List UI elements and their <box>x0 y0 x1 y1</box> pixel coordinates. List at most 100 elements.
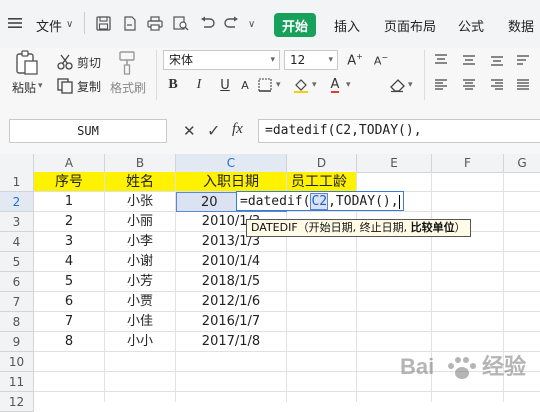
cell-editor[interactable]: =datedif(C2,TODAY(), <box>236 191 404 211</box>
name-box[interactable]: SUM <box>9 119 167 143</box>
table-cell[interactable]: 7 <box>34 312 105 332</box>
chevron-down-icon[interactable]: ▾ <box>312 80 317 90</box>
table-cell[interactable]: 小小 <box>105 332 176 352</box>
table-cell[interactable]: 小佳 <box>105 312 176 332</box>
column-header-b[interactable]: B <box>105 154 176 172</box>
column-header-e[interactable]: E <box>357 154 432 172</box>
redo-icon[interactable] <box>222 14 240 32</box>
table-cell[interactable]: 小谢 <box>105 252 176 272</box>
table-cell[interactable]: 8 <box>34 332 105 352</box>
tab-data[interactable]: 数据 <box>508 16 534 35</box>
table-cell[interactable]: 2018/1/5 <box>176 272 287 292</box>
table-cell[interactable]: 2 <box>34 212 105 232</box>
column-header-c[interactable]: C <box>176 154 287 172</box>
chevron-down-icon[interactable]: ∨ <box>66 19 73 30</box>
undo-icon[interactable] <box>198 14 216 32</box>
format-painter-icon[interactable] <box>116 50 138 79</box>
copy-button[interactable]: 复制 <box>77 78 101 95</box>
bold-icon[interactable]: B <box>164 76 182 94</box>
row-header[interactable]: 8 <box>0 312 34 332</box>
row-header[interactable]: 7 <box>0 292 34 312</box>
tab-page-layout[interactable]: 页面布局 <box>384 16 436 35</box>
insert-function-icon[interactable]: fx <box>232 121 243 138</box>
confirm-formula-icon[interactable]: ✓ <box>207 121 220 140</box>
table-cell[interactable]: 小张 <box>105 192 176 212</box>
formula-input[interactable]: =datedif(C2,TODAY(), <box>258 119 540 143</box>
header-cell-hire-date[interactable]: 入职日期 <box>176 172 287 192</box>
row-header[interactable]: 9 <box>0 332 34 352</box>
tab-formulas[interactable]: 公式 <box>458 16 484 35</box>
row-header[interactable]: 3 <box>0 212 34 232</box>
table-cell[interactable]: 小丽 <box>105 212 176 232</box>
column-header-f[interactable]: F <box>432 154 504 172</box>
row-header[interactable]: 6 <box>0 272 34 292</box>
cut-icon[interactable] <box>56 53 74 71</box>
wrap-icon[interactable] <box>514 51 532 69</box>
border-icon[interactable] <box>256 76 274 94</box>
underline-icon[interactable]: U <box>216 76 234 94</box>
table-cell[interactable]: 2012/1/6 <box>176 292 287 312</box>
cut-button[interactable]: 剪切 <box>77 54 101 71</box>
column-header-g[interactable]: G <box>504 154 540 172</box>
fill-color-icon[interactable] <box>292 76 310 94</box>
save-icon[interactable] <box>94 14 112 32</box>
table-cell[interactable]: 2017/1/8 <box>176 332 287 352</box>
decrease-font-icon[interactable]: A− <box>372 51 390 69</box>
row-header[interactable]: 1 <box>0 172 34 192</box>
paste-icon[interactable] <box>14 50 40 79</box>
align-center-icon[interactable] <box>460 76 478 94</box>
paste-button[interactable]: 粘贴 <box>12 79 36 96</box>
font-name-select[interactable]: 宋体 ▾ <box>163 50 280 70</box>
cancel-formula-icon[interactable]: ✕ <box>183 122 196 140</box>
chevron-down-icon[interactable]: ▾ <box>346 80 351 90</box>
table-cell[interactable]: 4 <box>34 252 105 272</box>
formula-bar: SUM ✕ ✓ fx =datedif(C2,TODAY(), <box>0 104 540 155</box>
A-underline-icon[interactable]: A <box>236 76 254 94</box>
chevron-down-icon[interactable]: ▾ <box>408 80 413 90</box>
hamburger-icon[interactable] <box>6 14 24 32</box>
file-menu[interactable]: 文件 <box>36 16 62 35</box>
chevron-down-icon[interactable]: ▾ <box>276 80 281 90</box>
header-cell-seq[interactable]: 序号 <box>34 172 105 192</box>
table-cell[interactable]: 1 <box>34 192 105 212</box>
tab-start[interactable]: 开始 <box>274 13 316 37</box>
increase-font-icon[interactable]: A+ <box>346 51 364 69</box>
row-header[interactable]: 12 <box>0 392 34 412</box>
align-bottom-icon[interactable] <box>488 51 506 69</box>
row-header[interactable]: 4 <box>0 232 34 252</box>
table-cell[interactable]: 2016/1/7 <box>176 312 287 332</box>
align-left-icon[interactable] <box>432 76 450 94</box>
align-top-icon[interactable] <box>432 51 450 69</box>
select-all-corner[interactable] <box>0 154 34 172</box>
table-cell[interactable]: 6 <box>34 292 105 312</box>
export-pdf-icon[interactable] <box>120 14 138 32</box>
quick-access-more-icon[interactable]: ∨ <box>248 19 255 30</box>
clear-eraser-icon[interactable] <box>388 76 406 94</box>
row-header[interactable]: 11 <box>0 372 34 392</box>
italic-icon[interactable]: I <box>190 76 208 94</box>
justify-icon[interactable] <box>514 76 532 94</box>
table-cell[interactable]: 5 <box>34 272 105 292</box>
align-middle-icon[interactable] <box>460 51 478 69</box>
column-header-d[interactable]: D <box>287 154 357 172</box>
paste-dropdown-icon[interactable]: ▾ <box>38 81 43 91</box>
table-cell[interactable]: 2010/1/4 <box>176 252 287 272</box>
table-cell[interactable]: 3 <box>34 232 105 252</box>
align-right-icon[interactable] <box>488 76 506 94</box>
copy-icon[interactable] <box>56 77 74 95</box>
header-cell-name[interactable]: 姓名 <box>105 172 176 192</box>
font-color-icon[interactable]: A <box>326 76 344 94</box>
row-header[interactable]: 10 <box>0 352 34 372</box>
column-header-a[interactable]: A <box>34 154 105 172</box>
row-header[interactable]: 2 <box>0 192 34 212</box>
row-header[interactable]: 5 <box>0 252 34 272</box>
table-cell[interactable]: 小芳 <box>105 272 176 292</box>
header-cell-seniority[interactable]: 员工工龄 <box>287 172 357 192</box>
print-preview-icon[interactable] <box>172 14 190 32</box>
table-cell[interactable]: 小李 <box>105 232 176 252</box>
table-cell[interactable]: 小贾 <box>105 292 176 312</box>
tab-insert[interactable]: 插入 <box>334 16 360 35</box>
print-icon[interactable] <box>146 14 164 32</box>
format-painter-button[interactable]: 格式刷 <box>110 79 146 96</box>
font-size-select[interactable]: 12 ▾ <box>284 50 338 70</box>
